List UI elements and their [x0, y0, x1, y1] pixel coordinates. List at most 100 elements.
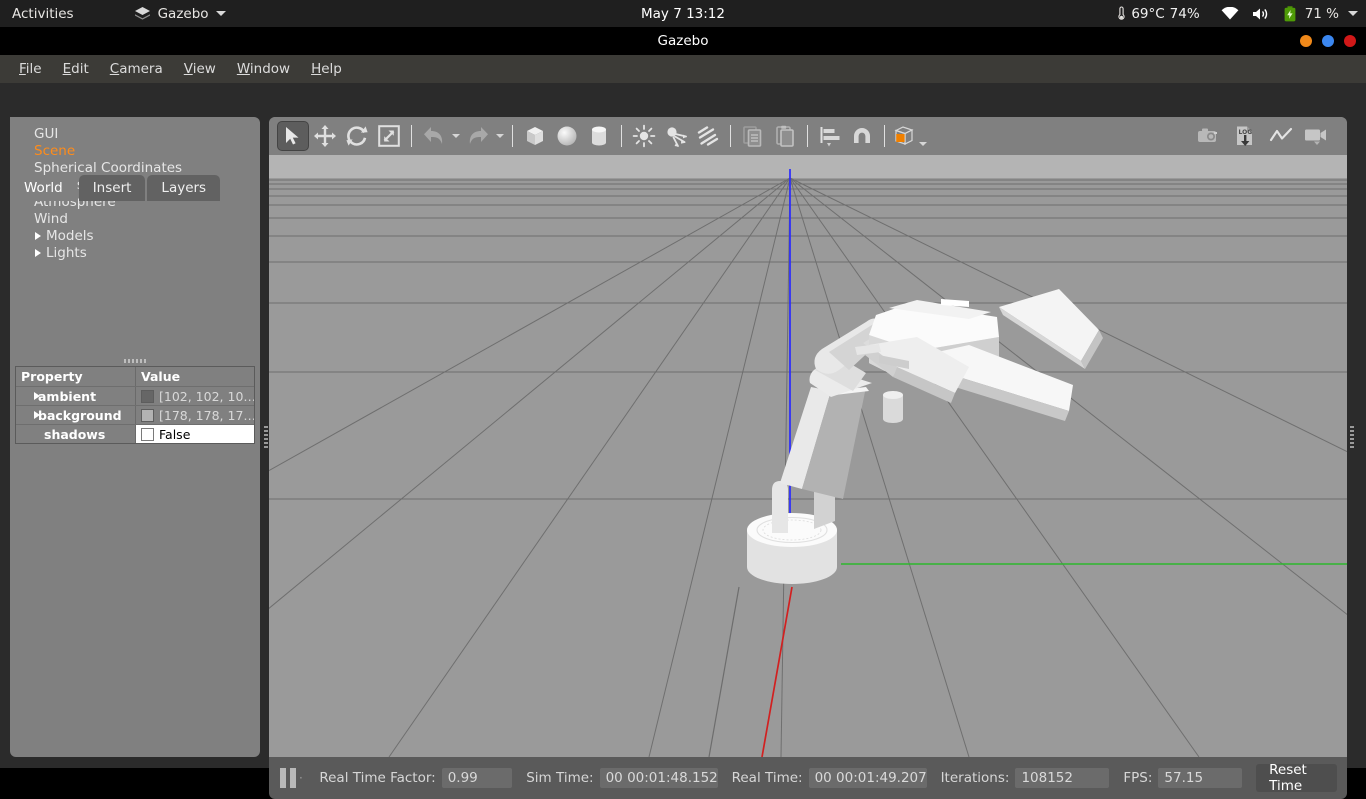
tree-item-wind[interactable]: Wind	[10, 210, 260, 227]
translate-mode-button[interactable]	[309, 121, 341, 151]
rotate-icon	[346, 125, 368, 147]
grip-icon	[124, 359, 146, 363]
property-value-shadows[interactable]: False	[136, 425, 254, 443]
table-row[interactable]: ambient [102, 102, 10…	[16, 386, 254, 405]
close-button[interactable]	[1344, 35, 1356, 47]
align-button[interactable]	[814, 121, 846, 151]
pause-button[interactable]	[279, 767, 297, 789]
wifi-icon[interactable]	[1221, 6, 1239, 21]
main-body: World Insert Layers GUI Scene Spherical …	[0, 83, 1366, 799]
activities-button[interactable]: Activities	[0, 6, 86, 22]
toolbar-separator	[411, 125, 412, 147]
tree-item-scene[interactable]: Scene	[10, 142, 260, 159]
property-name-ambient[interactable]: ambient	[16, 387, 136, 405]
column-header-value: Value	[141, 369, 181, 384]
redo-history-dropdown[interactable]	[494, 121, 506, 151]
fps-label: FPS:	[1123, 770, 1153, 786]
minimize-button[interactable]	[1300, 35, 1312, 47]
undo-history-dropdown[interactable]	[450, 121, 462, 151]
shadows-checkbox[interactable]	[141, 427, 154, 441]
log-data-button[interactable]: LOG	[1229, 121, 1261, 151]
menu-edit[interactable]: Edit	[54, 58, 98, 80]
undo-arrow-icon	[423, 126, 445, 146]
plot-button[interactable]	[1265, 121, 1297, 151]
window-titlebar: Gazebo	[0, 27, 1366, 55]
iterations-value: 108152	[1015, 768, 1110, 788]
maximize-button[interactable]	[1322, 35, 1334, 47]
temperature-indicator[interactable]: 69°C 74%	[1117, 5, 1200, 22]
app-menu-button[interactable]: Gazebo	[134, 6, 226, 22]
tab-layers[interactable]: Layers	[147, 175, 221, 201]
paste-icon	[773, 124, 797, 148]
expand-triangle-icon[interactable]	[34, 392, 40, 400]
expand-triangle-icon[interactable]	[35, 248, 41, 257]
gnome-top-bar: Activities Gazebo May 7 13:12 69°C 74% 7…	[0, 0, 1366, 27]
3d-viewport[interactable]	[269, 155, 1347, 757]
undo-button[interactable]	[418, 121, 450, 151]
battery-icon[interactable]	[1284, 5, 1296, 22]
table-row[interactable]: shadows False	[16, 424, 254, 443]
insert-directional-light-button[interactable]	[692, 121, 724, 151]
step-button[interactable]: ·	[297, 771, 306, 785]
fps-value: 57.15	[1158, 768, 1243, 788]
toolbar-separator	[730, 125, 731, 147]
property-name-background[interactable]: background	[16, 406, 136, 424]
menu-view[interactable]: View	[175, 58, 225, 80]
view-angle-button[interactable]	[891, 121, 917, 151]
expand-triangle-icon[interactable]	[35, 231, 41, 240]
right-vertical-splitter[interactable]	[1348, 117, 1355, 757]
snap-button[interactable]	[846, 121, 878, 151]
insert-sphere-button[interactable]	[551, 121, 583, 151]
chevron-down-icon	[452, 134, 460, 138]
tree-item-gui[interactable]: GUI	[10, 125, 260, 142]
insert-cylinder-button[interactable]	[583, 121, 615, 151]
tree-item-spherical-coordinates[interactable]: Spherical Coordinates	[10, 159, 260, 176]
tree-item-label: Lights	[46, 244, 87, 261]
scale-mode-button[interactable]	[373, 121, 405, 151]
insert-spot-light-button[interactable]	[660, 121, 692, 151]
gazebo-icon	[134, 6, 151, 21]
rotate-mode-button[interactable]	[341, 121, 373, 151]
screenshot-button[interactable]	[1193, 121, 1225, 151]
sim-time-value: 00 00:01:48.152	[599, 768, 718, 788]
iterations-label: Iterations:	[940, 770, 1010, 786]
redo-button[interactable]	[462, 121, 494, 151]
table-row[interactable]: background [178, 178, 17…	[16, 405, 254, 424]
tree-item-label: Spherical Coordinates	[34, 159, 183, 176]
chevron-down-icon	[215, 11, 226, 16]
property-value-background[interactable]: [178, 178, 17…	[136, 406, 254, 424]
record-video-button[interactable]	[1301, 121, 1333, 151]
view-angle-dropdown[interactable]	[917, 121, 929, 151]
panel-horizontal-splitter[interactable]	[14, 357, 256, 365]
insert-box-button[interactable]	[519, 121, 551, 151]
cpu-percent-value: 74%	[1169, 5, 1200, 22]
menu-file[interactable]: File	[10, 58, 51, 80]
expand-triangle-icon[interactable]	[34, 411, 40, 419]
tree-item-models[interactable]: Models	[10, 227, 260, 244]
scale-icon	[378, 125, 400, 147]
snap-magnet-icon	[850, 124, 874, 148]
menu-window[interactable]: Window	[228, 58, 299, 80]
property-value-ambient[interactable]: [102, 102, 10…	[136, 387, 254, 405]
tab-insert[interactable]: Insert	[78, 175, 146, 201]
menu-help[interactable]: Help	[302, 58, 351, 80]
select-mode-button[interactable]	[277, 121, 309, 151]
insert-point-light-button[interactable]	[628, 121, 660, 151]
left-vertical-splitter[interactable]	[262, 117, 269, 757]
color-swatch	[141, 408, 154, 422]
window-title: Gazebo	[657, 33, 709, 49]
property-table-header: Property Value	[16, 367, 254, 386]
copy-button[interactable]	[737, 121, 769, 151]
chevron-down-icon[interactable]	[1348, 11, 1358, 16]
volume-icon[interactable]	[1252, 7, 1269, 21]
tree-item-lights[interactable]: Lights	[10, 244, 260, 261]
tab-world[interactable]: World	[10, 175, 77, 201]
video-camera-icon	[1304, 126, 1330, 146]
paste-button[interactable]	[769, 121, 801, 151]
reset-time-button[interactable]: Reset Time	[1256, 762, 1338, 794]
temperature-value: 69°C	[1131, 5, 1165, 22]
battery-percent-label: 71 %	[1304, 5, 1339, 22]
menu-camera[interactable]: Camera	[101, 58, 172, 80]
real-time-factor-value: 0.99	[441, 768, 513, 788]
real-time-label: Real Time:	[731, 770, 803, 786]
